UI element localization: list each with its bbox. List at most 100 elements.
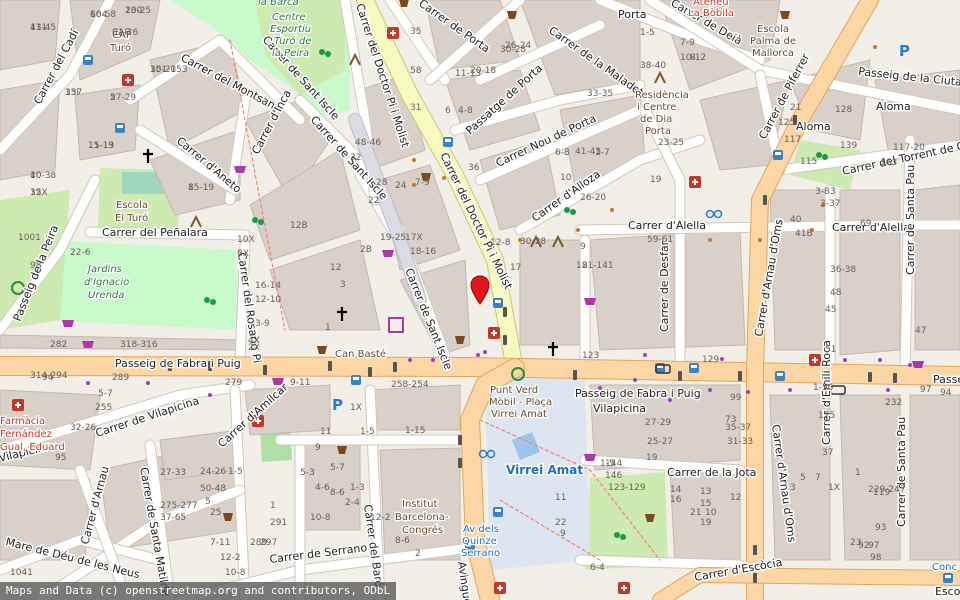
poi-dot bbox=[442, 176, 446, 180]
house-number: 58 bbox=[410, 66, 422, 76]
house-number: 8-6 bbox=[395, 536, 410, 546]
shop-icon bbox=[584, 298, 596, 305]
house-number: 9 bbox=[315, 443, 321, 453]
traffic-signal-icon bbox=[393, 362, 397, 372]
poi-dot bbox=[746, 390, 750, 394]
poi-dot bbox=[610, 208, 614, 212]
house-number: 93 bbox=[875, 523, 886, 533]
pharmacy-icon bbox=[387, 27, 399, 39]
place-label: Escola bbox=[116, 200, 148, 211]
house-number: 22-6 bbox=[70, 248, 91, 258]
map-view[interactable]: PP Carrer del Cadí Carrer del Montsant Car… bbox=[0, 0, 960, 600]
house-number: 12-2 bbox=[220, 553, 240, 563]
house-number: 1 bbox=[855, 468, 861, 478]
house-number: 19-25 bbox=[380, 233, 406, 243]
poi-dot bbox=[146, 381, 150, 385]
house-number: 12 bbox=[30, 188, 41, 198]
svg-text:P: P bbox=[332, 396, 343, 414]
house-number: 95 bbox=[55, 453, 66, 463]
house-number: 3 bbox=[340, 280, 346, 290]
place-label: Turó de bbox=[274, 35, 311, 47]
house-number: 24-26 bbox=[200, 467, 226, 477]
house-number: 157 bbox=[65, 88, 82, 98]
house-number: 48 bbox=[830, 288, 842, 298]
house-number: 8 bbox=[188, 183, 194, 193]
house-number: 19 bbox=[700, 518, 712, 528]
house-number: 1X bbox=[350, 403, 362, 413]
house-number: 175 bbox=[818, 411, 835, 421]
street-label: Escoc bbox=[935, 585, 960, 598]
house-number: 318-316 bbox=[120, 340, 158, 350]
house-number: 26-20 bbox=[580, 193, 606, 203]
traffic-signal-icon bbox=[368, 367, 372, 377]
bus-stop-icon bbox=[775, 371, 785, 381]
street-label: Carrer de la Jota bbox=[667, 466, 756, 479]
house-number: 18-16 bbox=[410, 247, 436, 257]
house-number: 282 bbox=[50, 340, 67, 350]
house-number: 1041 bbox=[10, 568, 33, 578]
house-number: 163 bbox=[880, 158, 897, 168]
location-marker-icon[interactable] bbox=[470, 275, 490, 305]
poi-dot bbox=[86, 381, 90, 385]
place-label: Quinze bbox=[462, 536, 497, 547]
house-number: 4-6 bbox=[315, 483, 330, 493]
place-label: Escola bbox=[757, 24, 789, 35]
house-number: 15-19 bbox=[88, 141, 114, 151]
house-number: 4-8 bbox=[458, 106, 473, 116]
house-number: 35-37 bbox=[725, 423, 751, 433]
place-label: d'Ignacio bbox=[84, 277, 129, 288]
house-number: 9-11 bbox=[290, 378, 310, 388]
place-label: Urenda bbox=[88, 290, 124, 301]
house-number: 12 bbox=[730, 493, 741, 503]
poi-dot bbox=[758, 238, 762, 242]
house-number: 1-5 bbox=[640, 28, 655, 38]
poi-dot bbox=[431, 358, 435, 362]
house-number: 27-33 bbox=[160, 468, 186, 478]
house-number: 30-28 bbox=[500, 45, 526, 55]
house-number: 181-141 bbox=[576, 261, 614, 271]
poi-dot bbox=[476, 353, 480, 357]
house-number: 3 bbox=[790, 483, 796, 493]
street-label: Carrer de Desfar bbox=[658, 240, 671, 332]
house-number: 297 bbox=[260, 538, 277, 548]
house-number: 7-9 bbox=[415, 178, 430, 188]
house-number: 98 bbox=[30, 261, 42, 271]
house-number: 1X bbox=[828, 483, 840, 493]
place-label: i Centre bbox=[637, 102, 676, 113]
traffic-signal-icon bbox=[753, 573, 757, 583]
poi-dot bbox=[208, 393, 212, 397]
house-number: 22 bbox=[368, 196, 379, 206]
place-label: Farmàcia bbox=[0, 415, 45, 427]
house-number: 100 bbox=[125, 6, 142, 16]
house-number: 7-9 bbox=[680, 38, 695, 48]
place-label: Virrei Amat bbox=[506, 463, 583, 477]
house-number: 16-14 bbox=[255, 281, 281, 291]
house-number: 7 bbox=[815, 473, 821, 483]
poi-dot bbox=[886, 388, 890, 392]
house-number: 69 bbox=[860, 219, 872, 229]
map-attribution[interactable]: Maps and Data (c) openstreetmap.org and … bbox=[0, 582, 397, 600]
traffic-signal-icon bbox=[458, 435, 462, 445]
house-number: 3-37 bbox=[820, 199, 840, 209]
street-label: Carrer d'Alella bbox=[628, 219, 706, 232]
place-label: Punt Verd bbox=[490, 385, 538, 396]
pharmacy-icon bbox=[12, 399, 24, 411]
street-label: Passeig de Fabra i Puig bbox=[115, 357, 241, 370]
house-number: 291 bbox=[270, 518, 287, 528]
house-number: 94 bbox=[42, 373, 54, 383]
house-number: 59-61 bbox=[647, 235, 673, 245]
house-number: 275-277 bbox=[160, 501, 198, 511]
place-label: Can Basté bbox=[335, 348, 386, 360]
house-number: 279 bbox=[225, 378, 242, 388]
parking-icon: P bbox=[332, 396, 343, 414]
house-number: 146 bbox=[605, 471, 622, 481]
poi-dot bbox=[708, 238, 712, 242]
house-number: 48-46 bbox=[355, 138, 381, 148]
bus-stop-icon bbox=[773, 150, 783, 160]
place-label: La Bòbila bbox=[688, 7, 734, 19]
traffic-signal-icon bbox=[573, 370, 577, 380]
shop-icon bbox=[912, 361, 924, 368]
bus-stop-icon bbox=[83, 55, 93, 65]
place-label: Palma de bbox=[750, 36, 796, 47]
traffic-signal-icon bbox=[738, 371, 742, 381]
